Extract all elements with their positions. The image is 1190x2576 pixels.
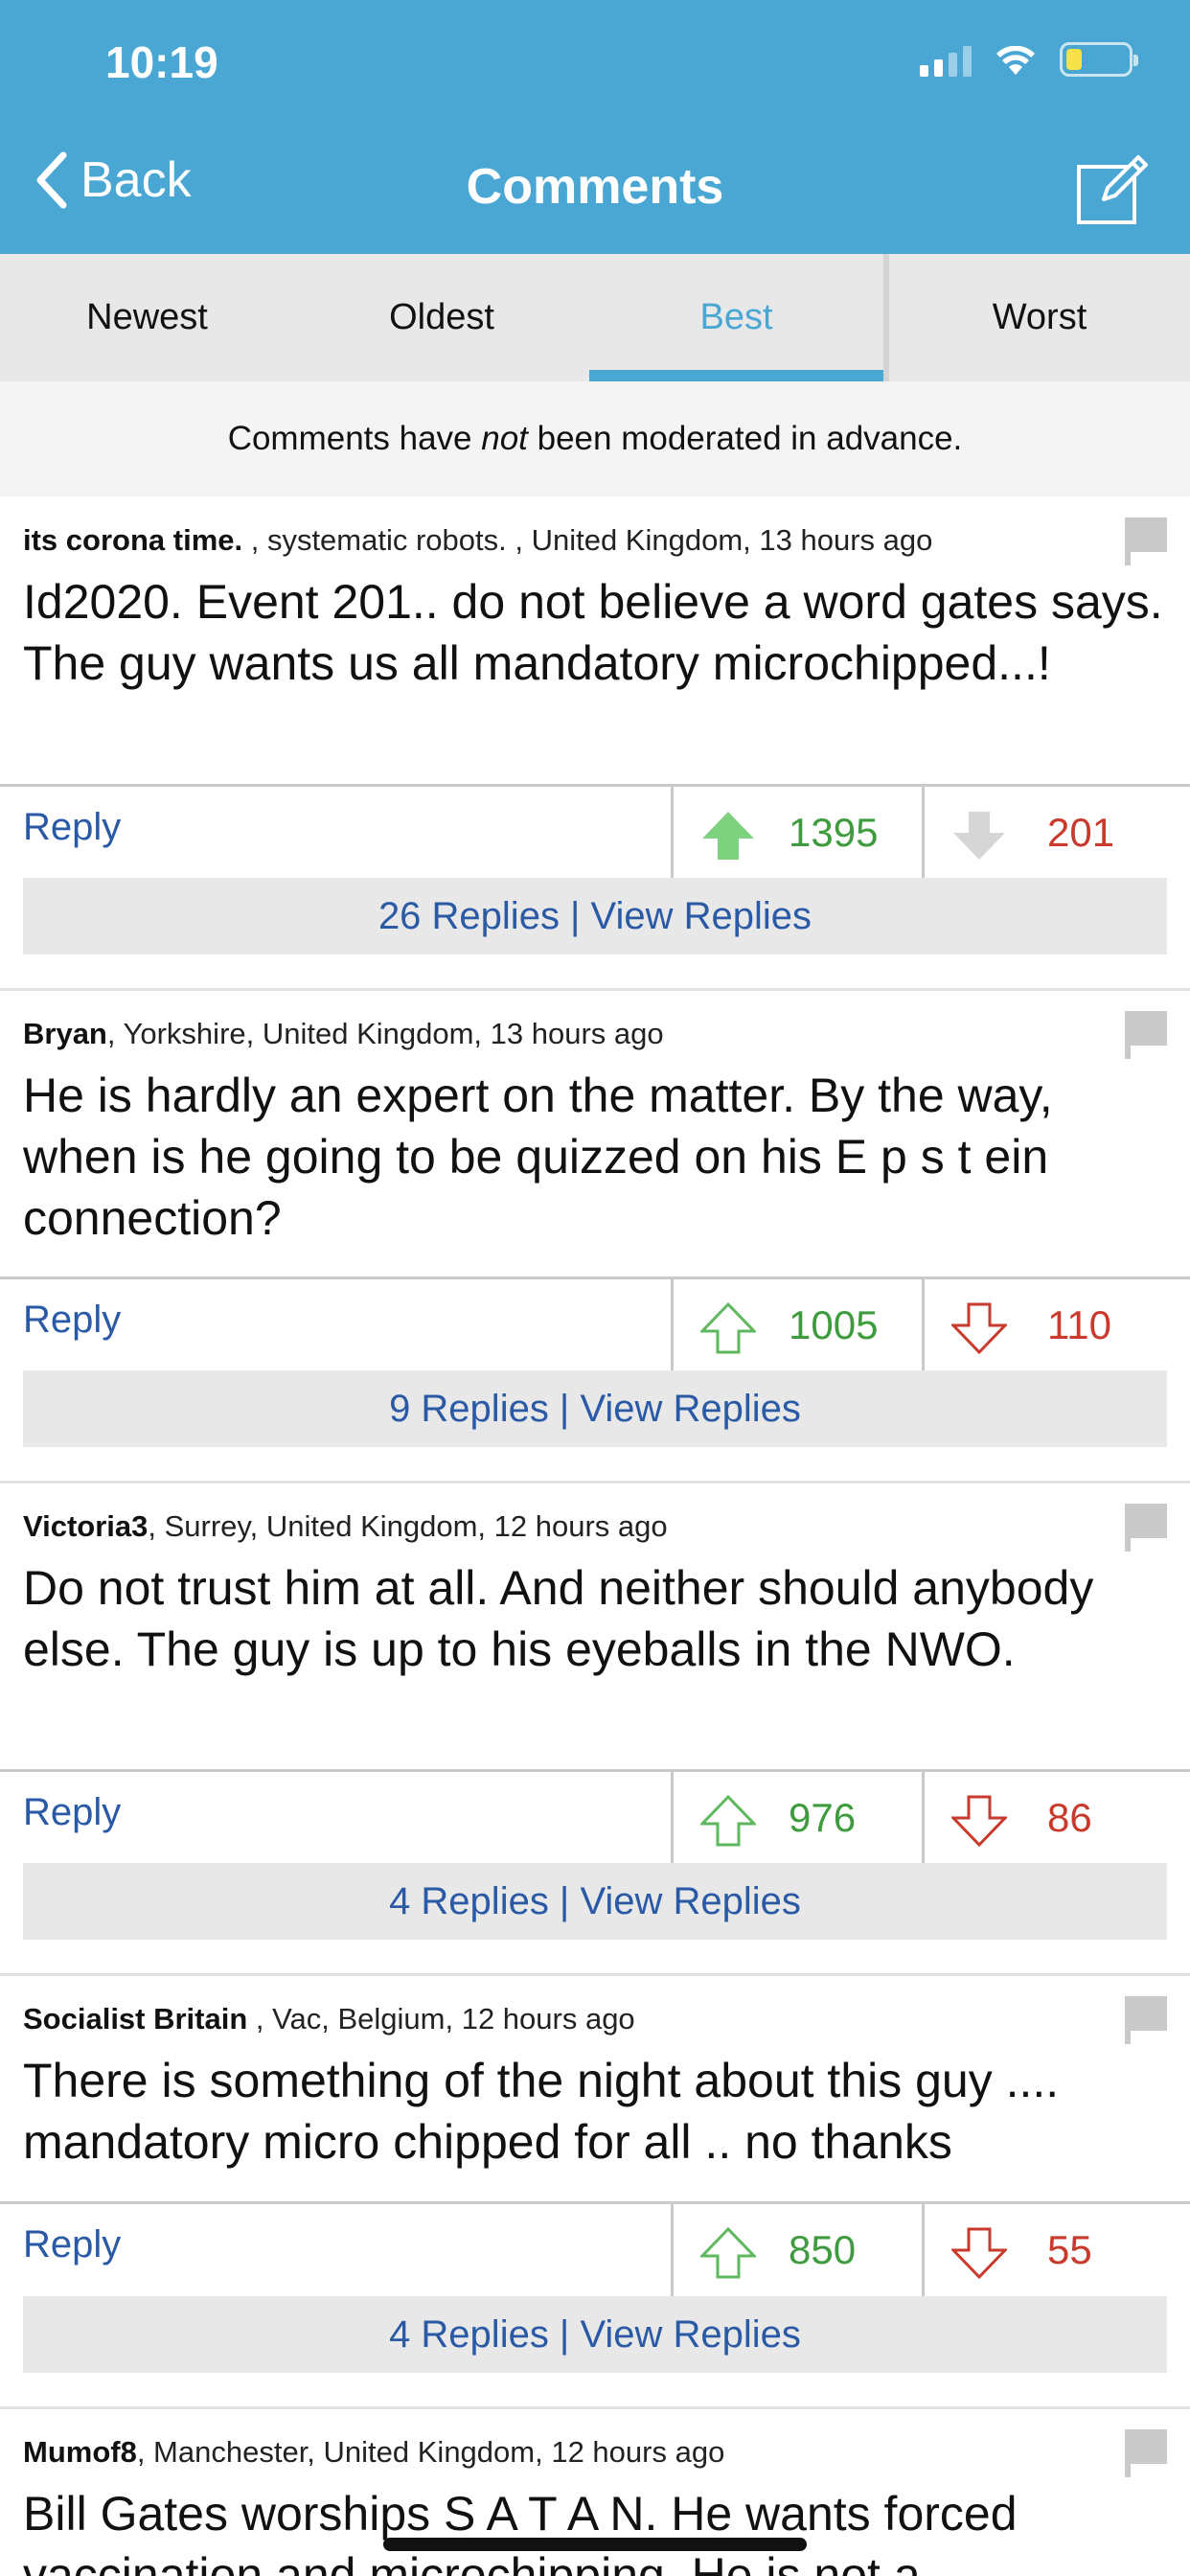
- arrow-down-outline-icon: [951, 1795, 1007, 1848]
- downvote-button[interactable]: 201: [922, 787, 1190, 883]
- arrow-up-outline-icon: [700, 1301, 756, 1354]
- comment-location-time: , systematic robots. , United Kingdom, 1…: [242, 523, 933, 557]
- upvote-count: 850: [789, 2227, 857, 2272]
- comment-meta: Socialist Britain , Vac, Belgium, 12 hou…: [23, 2002, 635, 2036]
- battery-icon: [1060, 42, 1138, 77]
- comment-text: Do not trust him at all. And neither sho…: [23, 1561, 1094, 1676]
- reply-button[interactable]: Reply: [23, 1791, 121, 1834]
- comment-location-time: , Surrey, United Kingdom, 12 hours ago: [148, 1509, 668, 1543]
- flag-icon[interactable]: [1125, 2429, 1167, 2477]
- downvote-button[interactable]: 110: [922, 1279, 1190, 1375]
- flag-icon[interactable]: [1125, 1011, 1167, 1059]
- downvote-count: 86: [1047, 1795, 1092, 1840]
- moderation-notice: Comments have not been moderated in adva…: [0, 381, 1190, 496]
- comment-text: There is something of the night about th…: [23, 2054, 1060, 2169]
- comment-author[interactable]: Victoria3: [23, 1509, 148, 1543]
- downvote-count: 201: [1047, 810, 1115, 855]
- flag-icon[interactable]: [1125, 518, 1167, 565]
- reply-button[interactable]: Reply: [23, 1299, 121, 1342]
- upvote-button[interactable]: 850: [671, 2204, 922, 2300]
- wifi-icon: [996, 46, 1035, 75]
- comment-text: He is hardly an expert on the matter. By…: [23, 1069, 1053, 1245]
- arrow-up-filled-icon: [702, 812, 754, 860]
- compose-icon[interactable]: [1075, 153, 1148, 226]
- upvote-count: 1005: [789, 1302, 879, 1347]
- view-replies-button[interactable]: 26 Replies | View Replies: [23, 878, 1167, 954]
- flag-icon[interactable]: [1125, 1996, 1167, 2044]
- comment-author[interactable]: Bryan: [23, 1017, 107, 1050]
- status-icons: [920, 42, 1138, 77]
- comment-meta: Bryan, Yorkshire, United Kingdom, 13 hou…: [23, 1017, 664, 1051]
- status-time: 10:19: [105, 37, 218, 87]
- comment-author[interactable]: Socialist Britain: [23, 2002, 247, 2036]
- comment-actions: Reply 850 55: [0, 2201, 1190, 2300]
- page-title: Comments: [466, 159, 724, 215]
- comment-author[interactable]: its corona time.: [23, 523, 242, 557]
- arrow-up-outline-icon: [700, 1794, 756, 1847]
- reply-button[interactable]: Reply: [23, 806, 121, 849]
- comment-text: Bill Gates worships S A T A N. He wants …: [23, 2487, 1018, 2576]
- view-replies-button[interactable]: 4 Replies | View Replies: [23, 2296, 1167, 2373]
- comment-location-time: , Vac, Belgium, 12 hours ago: [247, 2002, 635, 2036]
- tab-newest[interactable]: Newest: [0, 254, 294, 381]
- comment-text: Id2020. Event 201.. do not believe a wor…: [23, 575, 1163, 690]
- comment-meta: Victoria3, Surrey, United Kingdom, 12 ho…: [23, 1509, 668, 1544]
- comment-actions: Reply 1005 110: [0, 1276, 1190, 1375]
- comment: Bryan, Yorkshire, United Kingdom, 13 hou…: [0, 990, 1190, 1483]
- tab-worst[interactable]: Worst: [889, 254, 1190, 381]
- view-replies-button[interactable]: 9 Replies | View Replies: [23, 1370, 1167, 1447]
- notice-text-before: Comments have: [227, 420, 482, 457]
- comment-location-time: , Yorkshire, United Kingdom, 13 hours ag…: [106, 1017, 664, 1050]
- flag-icon[interactable]: [1125, 1504, 1167, 1552]
- upvote-count: 1395: [789, 810, 879, 855]
- downvote-count: 55: [1047, 2227, 1092, 2272]
- comment-actions: Reply 976 86: [0, 1769, 1190, 1868]
- comment: Socialist Britain , Vac, Belgium, 12 hou…: [0, 1975, 1190, 2408]
- arrow-down-outline-icon: [951, 1302, 1007, 1355]
- view-replies-button[interactable]: 4 Replies | View Replies: [23, 1863, 1167, 1940]
- comment: Victoria3, Surrey, United Kingdom, 12 ho…: [0, 1483, 1190, 1975]
- comment-location-time: , Manchester, United Kingdom, 12 hours a…: [136, 2435, 725, 2469]
- tab-oldest[interactable]: Oldest: [294, 254, 589, 381]
- comment-actions: Reply 1395 201: [0, 784, 1190, 883]
- downvote-button[interactable]: 86: [922, 1772, 1190, 1868]
- upvote-button[interactable]: 1005: [671, 1279, 922, 1375]
- comment: its corona time. , systematic robots. , …: [0, 496, 1190, 990]
- comment-meta: Mumof8, Manchester, United Kingdom, 12 h…: [23, 2435, 724, 2470]
- downvote-count: 110: [1047, 1302, 1111, 1347]
- upvote-button[interactable]: 1395: [671, 787, 922, 883]
- downvote-button[interactable]: 55: [922, 2204, 1190, 2300]
- sort-tabs: Newest Oldest Best Worst: [0, 254, 1190, 381]
- tab-best[interactable]: Best: [589, 254, 883, 381]
- arrow-up-outline-icon: [700, 2226, 756, 2279]
- upvote-count: 976: [789, 1795, 857, 1840]
- comment-meta: its corona time. , systematic robots. , …: [23, 523, 932, 558]
- comment-author[interactable]: Mumof8: [23, 2435, 137, 2469]
- cellular-signal-icon: [920, 44, 972, 77]
- arrow-down-filled-icon: [953, 812, 1005, 860]
- reply-button[interactable]: Reply: [23, 2223, 121, 2266]
- home-indicator[interactable]: [383, 2538, 807, 2551]
- notice-emphasis: not: [481, 420, 528, 457]
- notice-text-after: been moderated in advance.: [527, 420, 963, 457]
- nav-header: 10:19 Back Comments: [0, 0, 1190, 254]
- upvote-button[interactable]: 976: [671, 1772, 922, 1868]
- arrow-down-outline-icon: [951, 2227, 1007, 2280]
